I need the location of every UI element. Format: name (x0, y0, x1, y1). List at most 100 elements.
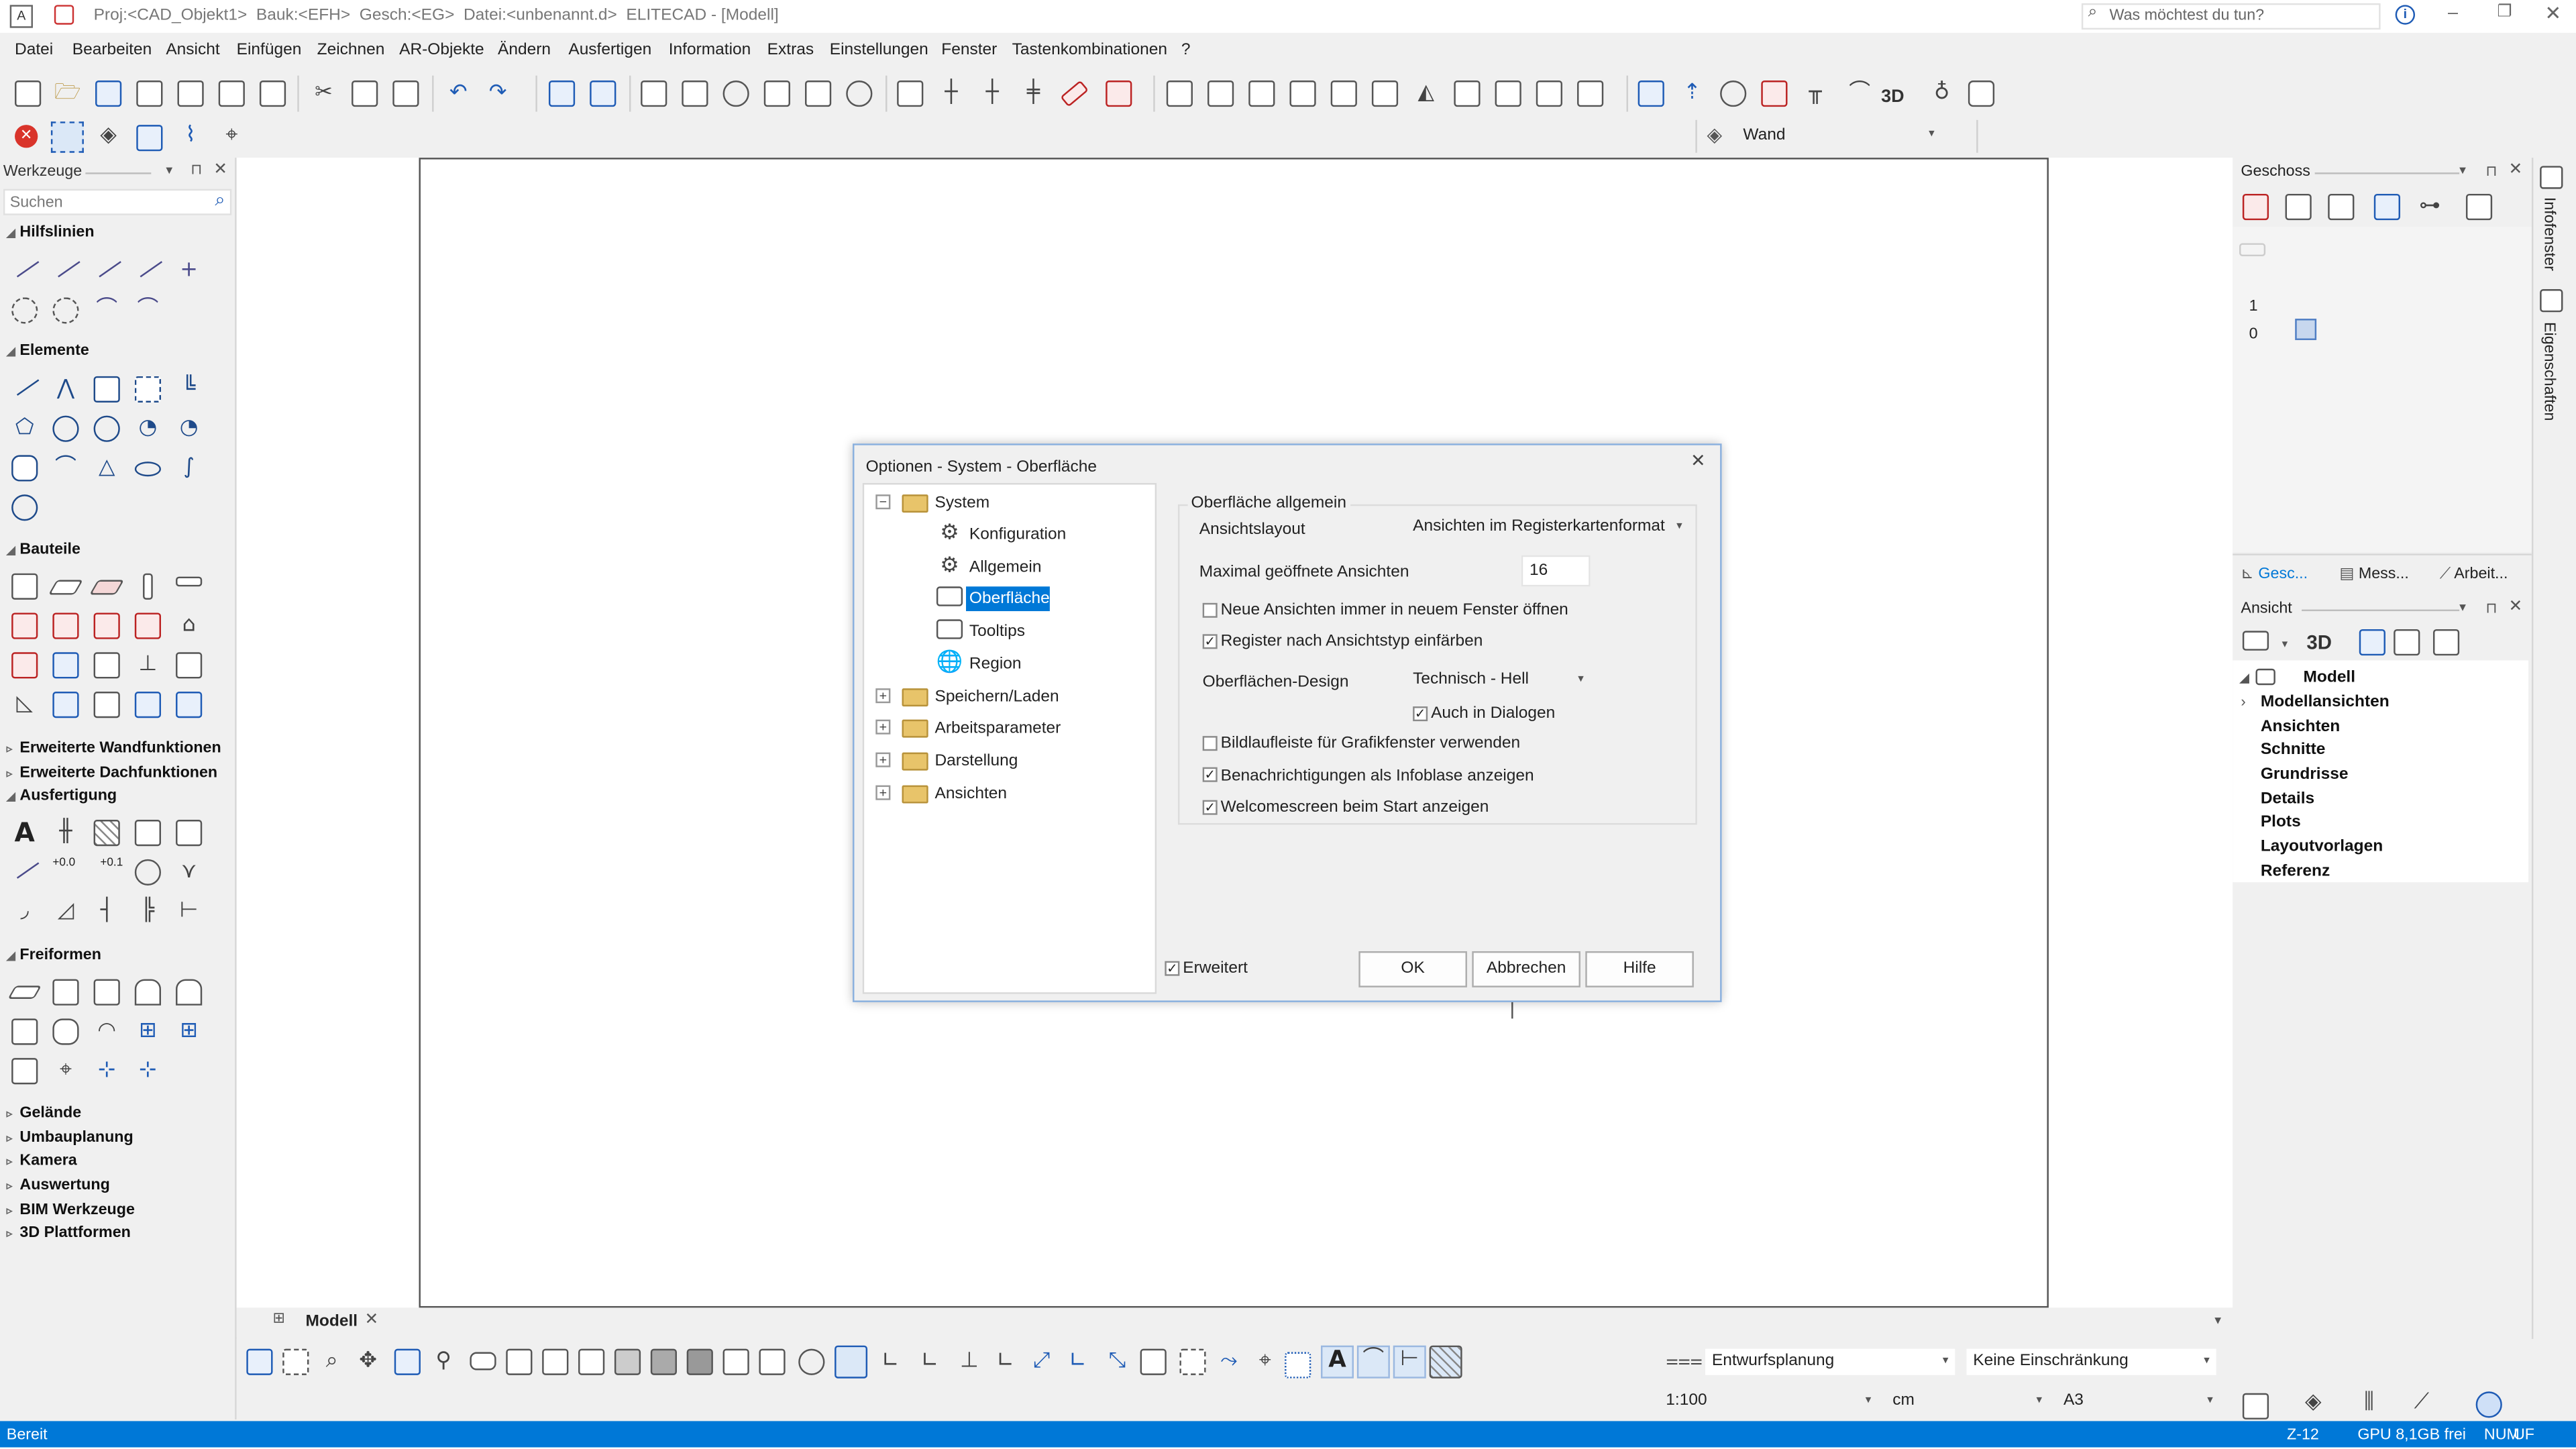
tree-collapse-icon[interactable]: › (2241, 693, 2245, 709)
layout-icon[interactable] (2242, 1393, 2269, 1419)
view-iso-4-icon[interactable] (1577, 80, 1604, 107)
section-bim[interactable]: ▹ BIM Werkzeuge (7, 1201, 135, 1219)
dim-chain-icon[interactable]: ╠ (135, 899, 161, 925)
tree-grundrisse[interactable]: Grundrisse (2261, 765, 2349, 784)
view-shade-8-icon[interactable] (722, 1348, 749, 1375)
wall-icon[interactable] (11, 573, 38, 600)
cb-color-tabs-label[interactable]: Register nach Ansichtstyp einfärben (1221, 633, 1483, 651)
cb-new-window-label[interactable]: Neue Ansichten immer in neuem Fenster öf… (1221, 601, 1568, 619)
panel-menu-icon[interactable]: ▾ (166, 162, 172, 177)
rounded-rect-icon[interactable] (11, 455, 38, 482)
restriction-combo[interactable]: Keine Einschränkung ▾ (1966, 1348, 2216, 1375)
new-view-icon[interactable] (2242, 631, 2269, 651)
split-icon[interactable]: ╪ (1020, 80, 1046, 107)
view-edit-icon[interactable] (2394, 629, 2420, 656)
app-menu-icon[interactable] (54, 5, 74, 25)
roof-tool-icon[interactable] (11, 612, 38, 639)
detail-icon[interactable] (1720, 80, 1747, 107)
slab-icon[interactable] (48, 580, 83, 595)
restore-button[interactable]: ❐ (2497, 3, 2512, 21)
tree-ansichten-dlg[interactable]: Ansichten (934, 786, 1007, 804)
menu-tastenkombinationen[interactable]: Tastenkombinationen (1012, 41, 1167, 59)
tree-ansichten[interactable]: Ansichten (2261, 718, 2340, 736)
section-erw-wand[interactable]: ▹ Erweiterte Wandfunktionen (7, 739, 221, 757)
cb-dialogs-label[interactable]: Auch in Dialogen (1431, 705, 1555, 723)
brush-icon[interactable]: ⟋ (2408, 1390, 2434, 1416)
target-icon[interactable]: ⌖ (52, 1058, 78, 1084)
ansicht-close-icon[interactable]: ✕ (2509, 598, 2523, 616)
text-label-icon[interactable] (176, 820, 203, 847)
extend-icon[interactable]: ┼ (979, 80, 1006, 107)
floor-level-0[interactable]: 0 (2249, 325, 2258, 343)
cb-notify[interactable]: ✓ (1202, 767, 1218, 782)
rectangle-icon[interactable] (93, 376, 120, 403)
panel-pin-icon[interactable]: ⊓ (191, 162, 202, 178)
aux-arc-icon[interactable]: ⌒ (94, 297, 120, 323)
aux-parallel-icon[interactable] (133, 252, 163, 278)
select-icon[interactable] (50, 121, 84, 153)
tree-expand-arbeitsparameter[interactable]: + (875, 719, 891, 735)
help-search-box[interactable]: ⌕ Was möchtest du tun? (2081, 3, 2381, 30)
section-kamera[interactable]: ▹ Kamera (7, 1152, 77, 1170)
stair-icon[interactable]: ◺ (11, 692, 38, 718)
tree-expand-icon[interactable]: ◢ (2239, 670, 2249, 685)
floor-settings-icon[interactable] (2465, 193, 2493, 221)
menu-zeichnen[interactable]: Zeichnen (317, 41, 385, 59)
elevation-icon[interactable]: ⇡ (1679, 80, 1705, 107)
ramp-icon[interactable] (52, 692, 79, 718)
view-shade-9-icon[interactable] (759, 1348, 786, 1375)
view-front-icon[interactable] (1166, 80, 1193, 107)
snap-angle-icon[interactable]: ∟ (992, 1349, 1018, 1375)
revolve-icon[interactable] (176, 979, 203, 1006)
info-icon[interactable]: i (2395, 5, 2416, 25)
snap-track-icon[interactable]: ⤡ (1104, 1349, 1130, 1375)
section-bauteile[interactable]: ◢ Bauteile (7, 541, 80, 559)
view-pan-icon[interactable]: ✥ (355, 1349, 381, 1375)
snap-end-icon[interactable]: ∟ (877, 1349, 904, 1375)
ok-button[interactable]: OK (1358, 951, 1467, 987)
floor-new-icon[interactable] (2242, 193, 2269, 221)
tree-expand-darstellung[interactable]: + (875, 752, 891, 767)
loft-icon[interactable] (93, 979, 120, 1006)
floor-tree-icon[interactable]: ⊶ (2416, 194, 2443, 220)
paper-combo[interactable]: A3 ▾ (2057, 1388, 2220, 1415)
ansicht-pin-icon[interactable]: ⊓ (2485, 600, 2497, 618)
tree-allgemein[interactable]: Allgemein (969, 559, 1042, 577)
l-shape-icon[interactable]: ╚ (176, 376, 202, 402)
tree-modellansichten[interactable]: Modellansichten (2261, 693, 2390, 711)
view-shade-6-icon[interactable] (650, 1348, 677, 1375)
save-icon[interactable] (95, 80, 122, 107)
info-window-icon[interactable] (2540, 166, 2563, 189)
section-umbau[interactable]: ▹ Umbauplanung (7, 1128, 133, 1146)
layer-combo[interactable]: ◈ Wand ▾ (1695, 119, 1978, 153)
roof-frame-icon[interactable]: ⌂ (176, 612, 202, 639)
view-zoom-icon[interactable]: ⌕ (319, 1349, 345, 1375)
open-folder-icon[interactable]: 🗁 (54, 80, 80, 107)
cancel-button[interactable]: Abbrechen (1472, 951, 1580, 987)
max-views-input[interactable]: 16 (1521, 555, 1591, 587)
beam-icon[interactable] (176, 576, 203, 587)
export-icon[interactable] (259, 80, 286, 107)
aux-circle-center-icon[interactable] (52, 297, 79, 324)
section-icon[interactable] (1638, 80, 1664, 107)
snap-dim-icon[interactable]: ⊢ (1393, 1345, 1426, 1379)
tree-layoutvorlagen[interactable]: Layoutvorlagen (2261, 838, 2383, 856)
section-plane-icon[interactable]: ⊹ (135, 1058, 161, 1084)
tree-speichern[interactable]: Speichern/Laden (934, 688, 1059, 706)
close-window-button[interactable]: ✕ (2545, 1, 2562, 24)
section-ausfertigung[interactable]: ◢ Ausfertigung (7, 787, 117, 805)
view-back-icon[interactable] (1208, 80, 1234, 107)
redo-icon[interactable]: ↷ (484, 80, 511, 107)
surface-icon[interactable]: ◠ (94, 1018, 120, 1044)
tree-system[interactable]: System (934, 494, 989, 513)
snap-tangent-icon[interactable]: ⤳ (1216, 1349, 1242, 1375)
freeform-cloud-icon[interactable] (11, 494, 38, 521)
sweep-icon[interactable] (134, 979, 162, 1006)
dimension-icon[interactable]: ╫ (52, 820, 78, 846)
cb-welcome-label[interactable]: Welcomescreen beim Start anzeigen (1221, 798, 1489, 816)
unit-combo[interactable]: cm ▾ (1886, 1388, 2049, 1415)
level-mark-one[interactable]: +0.1 (100, 857, 123, 869)
menu-bearbeiten[interactable]: Bearbeiten (72, 41, 152, 59)
text-tool-icon[interactable]: A (11, 819, 38, 846)
tree-expand-speichern[interactable]: + (875, 688, 891, 704)
